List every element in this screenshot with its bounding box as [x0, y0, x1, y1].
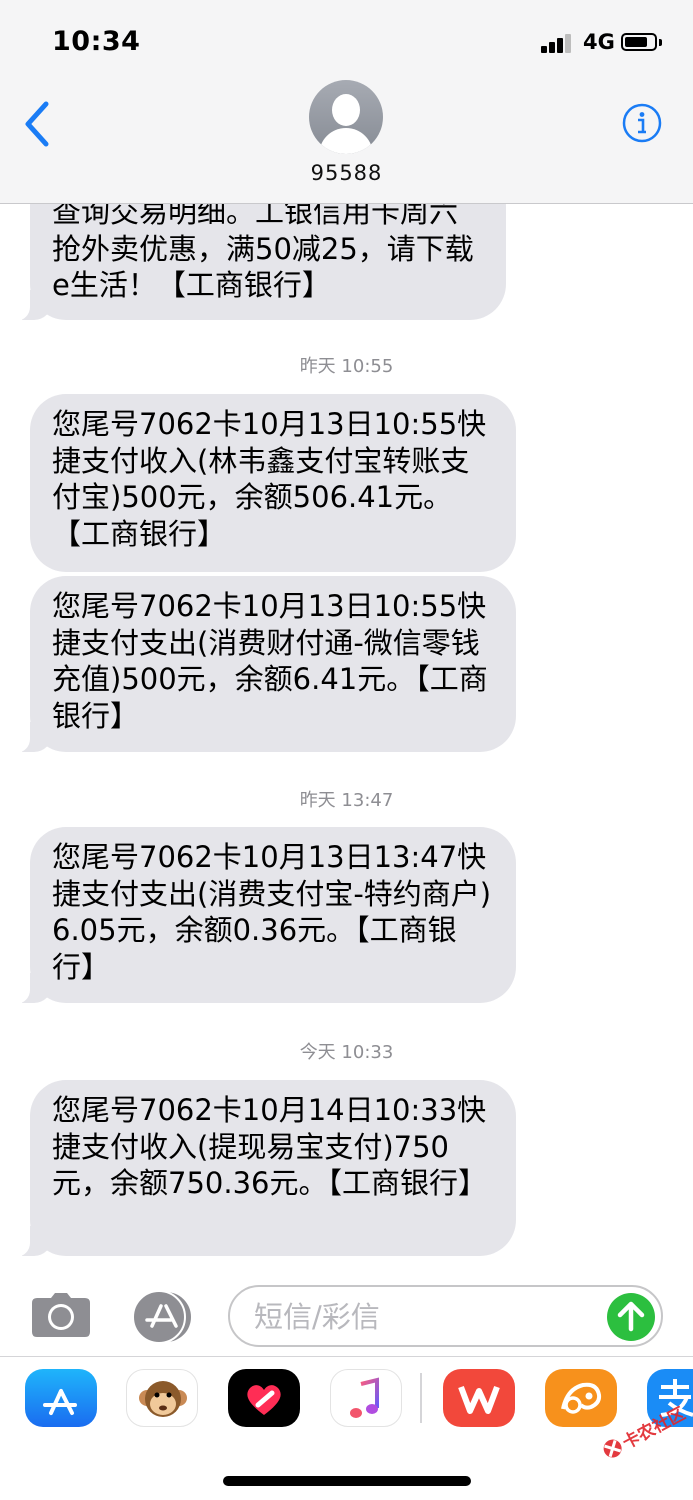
animoji-monkey-icon[interactable]: [126, 1369, 198, 1427]
app-store-app-icon[interactable]: [25, 1369, 97, 1427]
message-timestamp: 昨天 10:55: [299, 356, 394, 377]
message-text: 您尾号7062卡10月14日10:33快捷支付收入(提现易宝支付)750元，余额…: [52, 1093, 487, 1200]
drawer-divider: [420, 1373, 422, 1423]
contact-avatar[interactable]: [309, 80, 383, 154]
message-text: 您尾号7062卡10月13日10:55快捷支付收入(林韦鑫支付宝转账支付宝)50…: [52, 407, 487, 551]
home-indicator[interactable]: [223, 1476, 471, 1486]
message-bubble[interactable]: 您尾号7062卡10月14日10:33快捷支付收入(提现易宝支付)750元，余额…: [8, 1080, 516, 1257]
digital-touch-icon[interactable]: [228, 1369, 300, 1427]
message-text: 您尾号7062卡10月13日10:55快捷支付支出(消费财付通-微信零钱充值)5…: [52, 589, 488, 733]
arrow-up-icon: [617, 1301, 645, 1332]
cellular-signal-icon: [541, 33, 573, 53]
message-timestamp: 今天 10:33: [299, 1042, 394, 1063]
battery-icon: [621, 33, 663, 53]
message-input[interactable]: [252, 1295, 596, 1339]
info-icon[interactable]: [622, 103, 662, 143]
navigation-header: 10:34 4G 95588: [0, 0, 693, 204]
status-time: 10:34: [52, 26, 141, 57]
music-icon[interactable]: [330, 1369, 402, 1427]
network-type: 4G: [583, 30, 615, 54]
message-text: 您尾号7062卡10月13日13:47快捷支付支出(消费支付宝-特约商户)6.0…: [52, 840, 492, 984]
message-input-field[interactable]: [228, 1285, 663, 1347]
watermark-text: 卡农社区: [619, 1403, 689, 1453]
message-bubble[interactable]: 您尾号7062卡10月13日13:47快捷支付支出(消费支付宝-特约商户)6.0…: [8, 827, 516, 1004]
app-store-icon[interactable]: [130, 1290, 194, 1344]
contact-name[interactable]: 95588: [0, 161, 693, 185]
send-button[interactable]: [607, 1293, 655, 1341]
message-text: 查询交易明细。工银信用卡周六抢外卖优惠，满50减25，请下载e生活！【工商银行】: [52, 195, 474, 302]
message-bubble[interactable]: 您尾号7062卡10月13日10:55快捷支付支出(消费财付通-微信零钱充值)5…: [8, 576, 516, 753]
message-timestamp: 昨天 13:47: [299, 790, 394, 811]
message-bubble[interactable]: 您尾号7062卡10月13日10:55快捷支付收入(林韦鑫支付宝转账支付宝)50…: [30, 394, 516, 572]
camera-icon[interactable]: [31, 1292, 91, 1338]
back-chevron-icon[interactable]: [20, 100, 54, 148]
wps-office-icon[interactable]: [443, 1369, 515, 1427]
